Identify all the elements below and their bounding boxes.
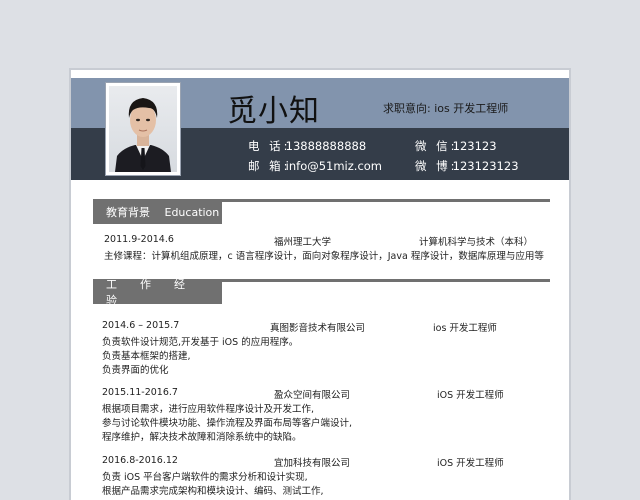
job-duty: 参与讨论软件模块功能、操作流程及界面布局等客户端设计, [102, 418, 353, 429]
education-major: 计算机科学与技术（本科） [419, 237, 534, 248]
job-duty: 负责基本框架的搭建, [102, 351, 191, 362]
email-value: info@51miz.com [285, 159, 383, 173]
job-period: 2015.11-2016.7 [102, 387, 178, 398]
weibo-label: 微 博: [415, 159, 458, 173]
phone-row: 电 话: 13888888888 [248, 138, 366, 154]
education-title: 教育背景 Education [93, 199, 222, 224]
job-period: 2014.6 – 2015.7 [102, 320, 180, 331]
job-intention-label: 求职意向: [383, 102, 431, 115]
job-position: iOS 开发工程师 [437, 458, 504, 469]
job-duty: 根据项目需求，进行应用软件程序设计及开发工作, [102, 404, 315, 415]
job-company: 真图影音技术有限公司 [270, 323, 366, 334]
education-title-text: 教育背景 Education [106, 205, 220, 219]
profile-photo [106, 83, 180, 175]
job-duty: 根据产品需求完成架构和模块设计、编码、测试工作, [102, 486, 324, 497]
resume-page: 觅小知 求职意向: ios 开发工程师 电 话: 13888888888 邮 箱… [71, 70, 569, 500]
work-title: 工作经验 [93, 278, 222, 307]
wechat-label: 微 信: [415, 139, 458, 153]
education-school: 福州理工大学 [274, 237, 332, 248]
job-position: iOS 开发工程师 [437, 390, 504, 401]
job-duty: 负责 iOS 平台客户端软件的需求分析和设计实现, [102, 472, 308, 483]
work-title-text: 工作经验 [106, 277, 208, 307]
phone-value: 13888888888 [285, 139, 367, 153]
weibo-value: 123123123 [452, 159, 519, 173]
job-duty: 程序维护，解决技术故障和消除系统中的缺陷。 [102, 432, 302, 443]
phone-label: 电 话: [248, 139, 291, 153]
wechat-row: 微 信: 123123 [415, 138, 497, 154]
email-row: 邮 箱: info@51miz.com [248, 158, 382, 174]
wechat-value: 123123 [452, 139, 497, 153]
weibo-row: 微 博: 123123123 [415, 158, 519, 174]
education-section-header: 教育背景 Education [93, 199, 550, 224]
job-position: ios 开发工程师 [433, 323, 497, 334]
candidate-name: 觅小知 [227, 94, 320, 129]
email-label: 邮 箱: [248, 159, 291, 173]
job-period: 2016.8-2016.12 [102, 455, 178, 466]
portrait-image [109, 86, 177, 172]
work-section-header: 工作经验 [93, 278, 550, 307]
job-duty: 负责软件设计规范,开发基于 iOS 的应用程序。 [102, 337, 299, 348]
education-period: 2011.9-2014.6 [104, 234, 174, 245]
education-courses: 主修课程：计算机组成原理，c 语言程序设计，面向对象程序设计，Java 程序设计… [104, 251, 544, 262]
job-intention-value: ios 开发工程师 [434, 102, 509, 115]
job-duty: 负责界面的优化 [102, 365, 169, 376]
job-intention: 求职意向: ios 开发工程师 [383, 100, 508, 116]
job-company: 宜加科技有限公司 [274, 458, 351, 469]
job-company: 盈众空间有限公司 [274, 390, 351, 401]
